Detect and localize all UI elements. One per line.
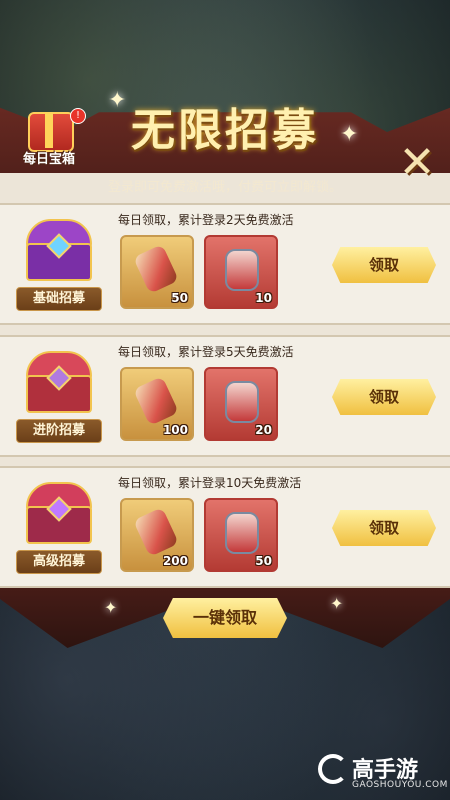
chest-icon xyxy=(22,219,92,281)
item-count: 20 xyxy=(255,423,272,437)
row-description: 每日领取，累计登录2天免费激活 xyxy=(118,213,294,227)
item-count: 200 xyxy=(162,554,188,568)
reward-item-scroll[interactable]: 50 xyxy=(120,235,194,309)
amulet-icon xyxy=(225,249,259,291)
item-count: 10 xyxy=(255,291,272,305)
scroll-icon xyxy=(133,507,179,557)
claim-button[interactable]: 领取 xyxy=(332,379,436,415)
chest-label: 基础招募 xyxy=(16,287,102,311)
recruit-row-advanced: 每日领取，累计登录5天免费激活 进阶招募 100 20 领取 xyxy=(0,335,450,457)
recruit-row-basic: 每日领取，累计登录2天免费激活 基础招募 50 10 领取 xyxy=(0,203,450,325)
chest-label: 进阶招募 xyxy=(16,419,102,443)
amulet-icon xyxy=(225,512,259,554)
scroll-icon xyxy=(133,244,179,294)
daily-chest-button[interactable]: ! 每日宝箱 xyxy=(14,104,86,170)
reward-item-scroll[interactable]: 200 xyxy=(120,498,194,572)
claim-all-button[interactable]: 一键领取 xyxy=(163,598,287,638)
row-description: 每日领取，累计登录5天免费激活 xyxy=(118,345,294,359)
reward-item-amulet[interactable]: 10 xyxy=(204,235,278,309)
item-count: 50 xyxy=(255,554,272,568)
item-count: 50 xyxy=(171,291,188,305)
claim-button[interactable]: 领取 xyxy=(332,510,436,546)
chest-icon xyxy=(22,351,92,413)
subtitle: 登录即可免费激活哦，付费可立即解锁。 xyxy=(107,180,342,195)
amulet-icon xyxy=(225,381,259,423)
recruit-row-premium: 每日领取，累计登录10天免费激活 高级招募 200 50 领取 xyxy=(0,466,450,588)
chest-icon xyxy=(22,482,92,544)
scroll-icon xyxy=(133,376,179,426)
reward-item-amulet[interactable]: 50 xyxy=(204,498,278,572)
notification-badge: ! xyxy=(70,108,86,124)
item-count: 100 xyxy=(162,423,188,437)
reward-item-scroll[interactable]: 100 xyxy=(120,367,194,441)
reward-item-amulet[interactable]: 20 xyxy=(204,367,278,441)
chest-label: 高级招募 xyxy=(16,550,102,574)
claim-button[interactable]: 领取 xyxy=(332,247,436,283)
sparkle-icon: ✦ xyxy=(104,598,118,617)
daily-chest-label: 每日宝箱 xyxy=(22,152,75,167)
sparkle-icon: ✦ xyxy=(330,594,344,613)
row-description: 每日领取，累计登录10天免费激活 xyxy=(118,476,302,490)
watermark-logo: 高手游 GAOSHOUYOU.COM xyxy=(318,750,447,796)
watermark-domain: GAOSHOUYOU.COM xyxy=(352,780,448,790)
brand-logo-icon xyxy=(318,754,348,784)
